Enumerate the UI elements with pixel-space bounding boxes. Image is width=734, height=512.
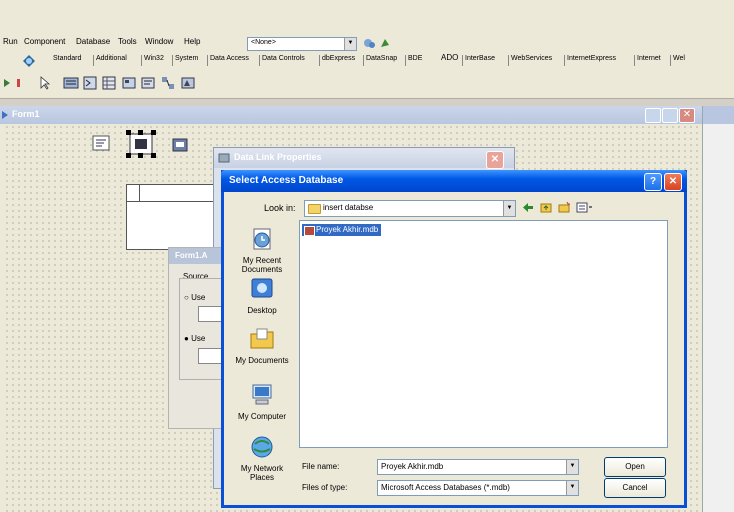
file-name-value: Proyek Akhir.mdb xyxy=(381,462,444,471)
chevron-down-icon[interactable]: ▼ xyxy=(566,481,578,495)
datasource-component-icon[interactable] xyxy=(172,138,188,152)
place-label: My Documents xyxy=(235,356,289,365)
place-my-documents[interactable]: My Documents xyxy=(228,326,296,365)
up-folder-icon[interactable] xyxy=(540,202,552,213)
desktop-icon xyxy=(251,278,273,298)
menu-tools[interactable]: Tools xyxy=(118,37,137,46)
view-menu-icon[interactable] xyxy=(576,202,594,213)
radio-use-connection-string[interactable]: ○ Use xyxy=(184,293,205,302)
folder-icon xyxy=(308,204,321,214)
tab-standard[interactable]: Standard xyxy=(53,55,81,62)
tab-data-access[interactable]: Data Access xyxy=(210,55,249,62)
my-computer-icon xyxy=(252,384,272,405)
data-link-title: Data Link Properties xyxy=(234,152,322,162)
form-icon xyxy=(2,111,8,119)
tab-interbase[interactable]: InterBase xyxy=(465,55,495,62)
place-label: My Recent Documents xyxy=(241,256,283,274)
place-my-computer[interactable]: My Computer xyxy=(228,382,296,421)
side-panel xyxy=(702,106,734,512)
tab-ado[interactable]: ADO xyxy=(441,53,458,62)
tab-dbexpress[interactable]: dbExpress xyxy=(322,55,355,62)
network-places-icon xyxy=(251,436,273,458)
places-bar: My Recent Documents Desktop My Documents… xyxy=(228,218,296,490)
close-icon[interactable]: ✕ xyxy=(679,108,695,123)
menu-run[interactable]: Run xyxy=(3,37,18,46)
select-dialog-title: Select Access Database xyxy=(229,175,344,186)
configuration-value: <None> xyxy=(251,39,276,46)
file-item-selected[interactable]: Proyek Akhir.mdb xyxy=(302,224,382,236)
my-documents-icon xyxy=(250,328,274,349)
file-type-value: Microsoft Access Databases (*.mdb) xyxy=(381,483,510,492)
chevron-down-icon[interactable]: ▼ xyxy=(344,38,356,50)
run-icons[interactable] xyxy=(363,37,393,49)
component-icon xyxy=(23,55,35,67)
pause-icon[interactable] xyxy=(14,75,30,91)
file-type-combo[interactable]: Microsoft Access Databases (*.mdb) ▼ xyxy=(377,480,579,496)
ado-storedproc-icon[interactable] xyxy=(160,75,176,91)
form1a-title: Form1.A xyxy=(175,251,208,260)
menu-component[interactable]: Component xyxy=(24,37,65,46)
look-in-value: insert databse xyxy=(323,203,374,212)
pointer-icon[interactable] xyxy=(37,75,53,91)
place-label: My Network Places xyxy=(240,464,284,482)
tab-win32[interactable]: Win32 xyxy=(144,55,164,62)
cancel-button[interactable]: Cancel xyxy=(604,478,666,498)
menu-window[interactable]: Window xyxy=(145,37,173,46)
chevron-down-icon[interactable]: ▼ xyxy=(503,201,515,216)
tab-system[interactable]: System xyxy=(175,55,198,62)
new-folder-icon[interactable] xyxy=(558,202,570,213)
tab-additional[interactable]: Additional xyxy=(96,55,127,62)
component-palette xyxy=(0,70,734,99)
open-button[interactable]: Open xyxy=(604,457,666,477)
close-icon[interactable]: ✕ xyxy=(486,151,504,169)
ado-table-icon[interactable] xyxy=(121,75,137,91)
configuration-combo[interactable]: <None> ▼ xyxy=(247,37,357,51)
file-name-label: File name: xyxy=(302,462,340,471)
ado-command-icon[interactable] xyxy=(82,75,98,91)
tab-webservices[interactable]: WebServices xyxy=(511,55,552,62)
tab-data-controls[interactable]: Data Controls xyxy=(262,55,305,62)
adoconnection-component-icon[interactable] xyxy=(92,135,110,151)
component-palette-tabs: Standard Additional Win32 System Data Ac… xyxy=(0,52,734,70)
minimize-button[interactable] xyxy=(645,108,661,123)
data-link-icon xyxy=(218,153,230,163)
file-name-combo[interactable]: Proyek Akhir.mdb ▼ xyxy=(377,459,579,475)
tab-internet[interactable]: Internet xyxy=(637,55,661,62)
ado-dataset-icon[interactable] xyxy=(101,75,117,91)
file-list[interactable]: Proyek Akhir.mdb xyxy=(299,220,668,448)
tab-datasnap[interactable]: DataSnap xyxy=(366,55,397,62)
close-icon[interactable]: ✕ xyxy=(664,173,682,191)
place-label: Desktop xyxy=(247,306,277,315)
help-button[interactable]: ? xyxy=(644,173,662,191)
look-in-label: Look in: xyxy=(264,203,296,213)
recent-documents-icon xyxy=(253,228,271,250)
ado-connection-icon[interactable] xyxy=(63,75,79,91)
menu-help[interactable]: Help xyxy=(184,37,200,46)
ado-query-icon[interactable] xyxy=(140,75,156,91)
file-type-label: Files of type: xyxy=(302,483,348,492)
form1-title-bar[interactable]: Form1 ✕ xyxy=(0,106,702,124)
look-in-combo[interactable]: insert databse ▼ xyxy=(304,200,516,217)
radio-use-data-link-file[interactable]: ● Use xyxy=(184,334,205,343)
tab-bde[interactable]: BDE xyxy=(408,55,422,62)
chevron-down-icon[interactable]: ▼ xyxy=(566,460,578,474)
tab-internetexpress[interactable]: InternetExpress xyxy=(567,55,616,62)
rds-connection-icon[interactable] xyxy=(180,75,196,91)
select-access-database-dialog: Select Access Database ? ✕ Look in: inse… xyxy=(221,170,687,508)
tab-web[interactable]: Wel xyxy=(673,55,685,62)
place-label: My Computer xyxy=(237,412,286,421)
menu-database[interactable]: Database xyxy=(76,37,110,46)
maximize-button[interactable] xyxy=(662,108,678,123)
place-my-recent-documents[interactable]: My Recent Documents xyxy=(228,226,296,274)
form1-title: Form1 xyxy=(12,109,40,119)
back-arrow-icon[interactable] xyxy=(522,202,534,213)
data-link-title-bar[interactable]: Data Link Properties ✕ xyxy=(214,148,514,169)
ide-toolbar-area xyxy=(0,0,734,34)
place-my-network-places[interactable]: My Network Places xyxy=(228,434,296,482)
access-file-icon xyxy=(304,226,315,236)
select-dialog-title-bar[interactable]: Select Access Database ? ✕ xyxy=(221,170,687,192)
selected-component-icon[interactable] xyxy=(126,130,156,158)
place-desktop[interactable]: Desktop xyxy=(228,276,296,315)
